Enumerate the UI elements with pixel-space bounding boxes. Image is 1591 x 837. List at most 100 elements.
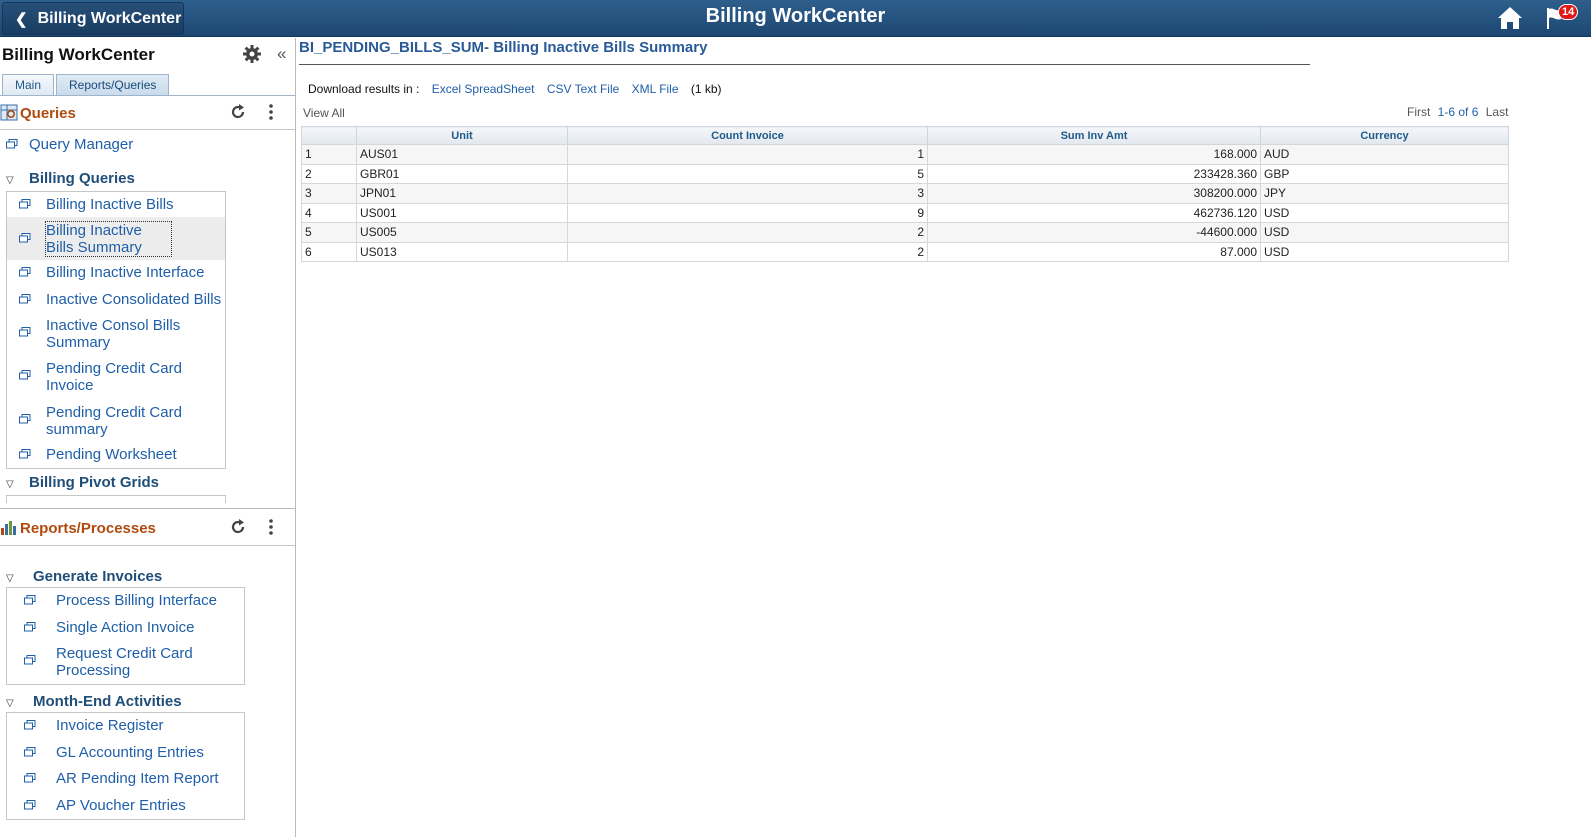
collapse-triangle-icon[interactable]: ▽: [6, 573, 14, 584]
excel-download-link[interactable]: Excel SpreadSheet: [432, 82, 535, 96]
list-item[interactable]: GL Accounting Entries: [7, 742, 244, 764]
row-number: 2: [301, 163, 357, 184]
gear-icon[interactable]: [243, 45, 261, 63]
row-number: 1: [301, 144, 357, 165]
table-row: 3 JPN01 3 308200.000 JPY: [301, 183, 1509, 204]
billing-pivot-grids-group[interactable]: Billing Pivot Grids: [29, 474, 159, 491]
table-row: 5 US005 2 -44600.000 USD: [301, 222, 1509, 243]
external-link-icon: [19, 449, 31, 459]
row-number: 3: [301, 183, 357, 204]
list-item[interactable]: Pending Worksheet: [7, 444, 225, 466]
list-item[interactable]: Inactive Consol Bills Summary: [7, 315, 225, 353]
external-link-icon: [24, 747, 36, 757]
external-link-icon: [24, 720, 36, 730]
top-banner: ❮ Billing WorkCenter Billing WorkCenter …: [0, 0, 1591, 37]
pending-credit-card-summary-link[interactable]: Pending Credit Card summary: [46, 404, 186, 438]
month-end-activities-group[interactable]: Month-End Activities: [33, 693, 182, 710]
pending-credit-card-invoice-link[interactable]: Pending Credit Card Invoice: [46, 360, 186, 394]
external-link-icon: [24, 800, 36, 810]
workcenter-tabs: Main Reports/Queries: [2, 74, 170, 95]
refresh-icon[interactable]: [229, 103, 247, 121]
list-item[interactable]: AR Pending Item Report: [7, 768, 244, 790]
unit-cell: GBR01: [356, 163, 568, 184]
download-size: (1 kb): [690, 82, 722, 96]
list-item[interactable]: Billing Inactive Interface: [7, 262, 225, 284]
billing-queries-list: Billing Inactive Bills Billing Inactive …: [6, 191, 226, 469]
collapse-triangle-icon[interactable]: ▽: [6, 479, 14, 490]
queries-title: Queries: [20, 105, 76, 122]
ar-pending-item-report-link[interactable]: AR Pending Item Report: [56, 770, 219, 787]
csv-download-link[interactable]: CSV Text File: [547, 82, 619, 96]
sum-inv-amt-cell: 462736.120: [927, 202, 1261, 223]
home-icon[interactable]: [1497, 5, 1523, 31]
external-link-icon: [24, 773, 36, 783]
collapse-triangle-icon[interactable]: ▽: [6, 175, 14, 186]
page-title: Billing WorkCenter: [705, 5, 886, 27]
list-item[interactable]: Process Billing Interface: [7, 590, 244, 612]
first-page-link[interactable]: First: [1407, 105, 1430, 119]
sum-inv-amt-cell: -44600.000: [927, 222, 1261, 243]
inactive-consol-bills-summary-link[interactable]: Inactive Consol Bills Summary: [46, 317, 186, 351]
column-header-sum-inv-amt[interactable]: Sum Inv Amt: [927, 126, 1261, 145]
collapse-panel-icon[interactable]: «: [277, 44, 286, 64]
billing-inactive-interface-link[interactable]: Billing Inactive Interface: [46, 264, 204, 281]
list-item[interactable]: Request Credit Card Processing: [7, 643, 244, 681]
column-header-currency[interactable]: Currency: [1260, 126, 1509, 145]
currency-cell: USD: [1260, 202, 1509, 223]
external-link-icon: [24, 595, 36, 605]
billing-inactive-bills-link[interactable]: Billing Inactive Bills: [46, 196, 174, 213]
more-options-icon[interactable]: [266, 102, 276, 122]
currency-cell: AUD: [1260, 144, 1509, 165]
column-header-unit[interactable]: Unit: [356, 126, 568, 145]
unit-cell: US013: [356, 241, 568, 262]
billing-queries-group[interactable]: Billing Queries: [29, 170, 135, 187]
column-header-count-invoice[interactable]: Count Invoice: [567, 126, 928, 145]
sum-inv-amt-cell: 233428.360: [927, 163, 1261, 184]
list-item[interactable]: Pending Credit Card Invoice: [7, 358, 225, 396]
page-range: 1-6 of 6: [1437, 105, 1479, 119]
unit-cell: US001: [356, 202, 568, 223]
count-invoice-cell: 2: [567, 241, 928, 262]
list-item[interactable]: Single Action Invoice: [7, 617, 244, 639]
generate-invoices-list: Process Billing Interface Single Action …: [6, 587, 245, 685]
query-manager-link[interactable]: Query Manager: [29, 136, 133, 153]
count-invoice-cell: 2: [567, 222, 928, 243]
xml-download-link[interactable]: XML File: [632, 82, 679, 96]
collapse-triangle-icon[interactable]: ▽: [6, 698, 14, 709]
notification-count-badge: 14: [1558, 4, 1579, 20]
refresh-icon[interactable]: [229, 518, 247, 536]
billing-inactive-bills-summary-link[interactable]: Billing Inactive Bills Summary: [45, 221, 172, 257]
gl-accounting-entries-link[interactable]: GL Accounting Entries: [56, 744, 204, 761]
pagination: First 1-6 of 6 Last: [1407, 105, 1508, 119]
currency-cell: USD: [1260, 222, 1509, 243]
count-invoice-cell: 3: [567, 183, 928, 204]
ap-voucher-entries-link[interactable]: AP Voucher Entries: [56, 797, 186, 814]
generate-invoices-group[interactable]: Generate Invoices: [33, 568, 162, 585]
unit-cell: US005: [356, 222, 568, 243]
currency-cell: USD: [1260, 241, 1509, 262]
single-action-invoice-link[interactable]: Single Action Invoice: [56, 619, 194, 636]
list-item[interactable]: Inactive Consolidated Bills: [7, 289, 225, 311]
workcenter-title: Billing WorkCenter: [2, 45, 155, 64]
list-item[interactable]: Pending Credit Card summary: [7, 402, 225, 440]
external-link-icon: [19, 233, 31, 243]
list-item-selected[interactable]: Billing Inactive Bills Summary: [7, 217, 225, 260]
invoice-register-link[interactable]: Invoice Register: [56, 717, 164, 734]
request-credit-card-processing-link[interactable]: Request Credit Card Processing: [56, 645, 206, 679]
list-item[interactable]: Invoice Register: [7, 715, 244, 737]
row-number: 4: [301, 202, 357, 223]
list-item[interactable]: Billing Inactive Bills: [7, 194, 225, 216]
tab-main[interactable]: Main: [2, 74, 55, 95]
view-all-link[interactable]: View All: [303, 106, 345, 120]
unit-cell: JPN01: [356, 183, 568, 204]
last-page-link[interactable]: Last: [1486, 105, 1509, 119]
more-options-icon[interactable]: [266, 517, 276, 537]
table-header-row: Unit Count Invoice Sum Inv Amt Currency: [301, 126, 1509, 145]
currency-cell: JPY: [1260, 183, 1509, 204]
list-item[interactable]: AP Voucher Entries: [7, 795, 244, 817]
row-number: 5: [301, 222, 357, 243]
tab-reports-queries[interactable]: Reports/Queries: [56, 74, 170, 95]
inactive-consolidated-bills-link[interactable]: Inactive Consolidated Bills: [46, 291, 221, 308]
pending-worksheet-link[interactable]: Pending Worksheet: [46, 446, 177, 463]
process-billing-interface-link[interactable]: Process Billing Interface: [56, 592, 217, 609]
